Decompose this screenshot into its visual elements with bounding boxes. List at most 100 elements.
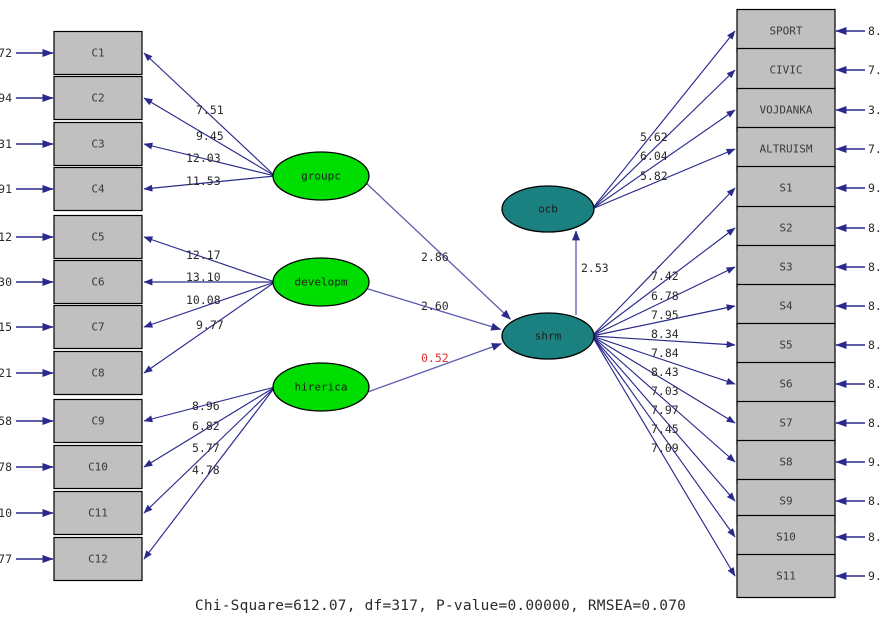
observed-box-label: C7 <box>91 321 104 334</box>
observed-variable-s6: S6 <box>736 361 836 407</box>
error-value-c2: 7.94 <box>0 91 12 105</box>
error-value-c12: 8.77 <box>0 552 12 566</box>
loading-label-left-6: 10.08 <box>186 293 221 307</box>
observed-variable-c4: C4 <box>53 166 143 212</box>
error-value-s6: 8.63 <box>868 377 881 391</box>
error-value-c5: 7.12 <box>0 230 12 244</box>
error-value-c4: 6.91 <box>0 182 12 196</box>
observed-box-label: S1 <box>779 182 792 195</box>
loading-label-left-8: 8.96 <box>192 399 220 413</box>
error-value-c7: 8.15 <box>0 320 12 334</box>
loading-label-left-9: 6.82 <box>192 419 220 433</box>
left-error-arrows: 8.72 7.94 6.31 6.91 7.12 6.30 8.15 8.21 5.58 7.78… <box>0 46 54 566</box>
loading-label-left-7: 9.77 <box>196 318 224 332</box>
error-value-s3: 8.95 <box>868 260 881 274</box>
error-value-s1: 9.08 <box>868 181 881 195</box>
latent-label: ocb <box>538 203 558 216</box>
latent-variable-hirerica: hirerica <box>272 362 370 412</box>
observed-variable-s2: S2 <box>736 205 836 251</box>
observed-box-label: S3 <box>779 261 792 274</box>
observed-box-label: S4 <box>779 300 793 313</box>
observed-box-label: C6 <box>91 276 104 289</box>
loading-label-right-5: 7.95 <box>651 308 679 322</box>
loading-label-right-6: 8.34 <box>651 327 679 341</box>
observed-variable-c10: C10 <box>53 444 143 490</box>
observed-variable-s3: S3 <box>736 244 836 290</box>
fit-statistics-caption: Chi-Square=612.07, df=317, P-value=0.000… <box>194 598 687 614</box>
observed-box-label: CIVIC <box>769 64 802 77</box>
error-value-c3: 6.31 <box>0 137 12 151</box>
loading-label-right-2: 5.82 <box>640 169 668 183</box>
loading-label-left-5: 13.10 <box>186 270 221 284</box>
loading-label-left-2: 12.03 <box>186 151 221 165</box>
observed-box-label: C10 <box>88 461 108 474</box>
observed-variable-c12: C12 <box>53 536 143 582</box>
observed-box-label: S8 <box>779 456 792 469</box>
observed-variable-c6: C6 <box>53 259 143 305</box>
observed-variable-altruism: ALTRUISM <box>736 126 836 172</box>
error-value-sport: 8.63 <box>868 24 881 38</box>
observed-box-label: C5 <box>91 231 104 244</box>
observed-variable-s7: S7 <box>736 400 836 446</box>
observed-box-label: C8 <box>91 367 104 380</box>
latent-label: hirerica <box>295 381 348 394</box>
error-value-altruism: 7.27 <box>868 142 881 156</box>
loading-label-right-3: 7.42 <box>651 269 679 283</box>
observed-variable-civic: CIVIC <box>736 47 836 93</box>
error-value-c6: 6.30 <box>0 275 12 289</box>
latent-variable-developm: developm <box>272 257 370 307</box>
loading-label-left-11: 4.78 <box>192 463 220 477</box>
error-value-s7: 8.16 <box>868 416 881 430</box>
latent-variable-shrm: shrm <box>501 312 595 360</box>
latent-variable-ocb: ocb <box>501 185 595 233</box>
latent-variable-ellipses: groupc developm hirerica ocb shrm <box>272 151 595 412</box>
loading-label-right-0: 5.62 <box>640 130 668 144</box>
structural-coefficient-shrm-to-ocb: 2.53 <box>581 261 609 275</box>
observed-variable-c11: C11 <box>53 490 143 536</box>
loading-label-right-12: 7.09 <box>651 441 679 455</box>
error-value-c9: 5.58 <box>0 414 12 428</box>
observed-box-label: ALTRUISM <box>760 143 813 156</box>
loading-label-left-4: 12.17 <box>186 248 221 262</box>
observed-box-label: S2 <box>779 222 792 235</box>
error-value-s5: 8.32 <box>868 338 881 352</box>
observed-box-label: C3 <box>91 138 104 151</box>
loading-label-right-10: 7.97 <box>651 403 679 417</box>
observed-box-label: C9 <box>91 415 104 428</box>
observed-box-label: S11 <box>776 570 796 583</box>
observed-box-label: C11 <box>88 507 108 520</box>
observed-variable-s10: S10 <box>736 514 836 560</box>
observed-variable-c5: C5 <box>53 214 143 260</box>
observed-box-label: S9 <box>779 495 792 508</box>
error-value-c8: 8.21 <box>0 366 12 380</box>
loading-label-left-1: 9.45 <box>196 129 224 143</box>
observed-variable-s1: S1 <box>736 165 836 211</box>
observed-variable-c7: C7 <box>53 304 143 350</box>
observed-box-label: C1 <box>91 47 104 60</box>
sem-path-diagram: 8.72 7.94 6.31 6.91 7.12 6.30 8.15 8.21 5.58 7.78… <box>0 0 881 634</box>
error-value-c10: 7.78 <box>0 460 12 474</box>
loading-label-right-1: 6.04 <box>640 149 668 163</box>
observed-box-label: S6 <box>779 378 792 391</box>
observed-variable-vojdanka: VOJDANKA <box>736 87 836 133</box>
observed-box-label: C12 <box>88 553 108 566</box>
latent-label: developm <box>295 276 348 289</box>
observed-box-label: SPORT <box>769 25 802 38</box>
right-error-arrows: 8.63 7.89 3.99 7.27 9.08 8.92 8.95 8.70 8.32 8.63… <box>835 24 881 583</box>
observed-box-label: C2 <box>91 92 104 105</box>
right-observed-boxes: SPORT CIVIC VOJDANKA ALTRUISM S1 S2 S3 S4 S5 S6 S7… <box>736 8 836 599</box>
structural-coefficient-developm-to-shrm: 2.60 <box>421 299 449 313</box>
error-value-s10: 8.89 <box>868 530 881 544</box>
observed-variable-c2: C2 <box>53 75 143 121</box>
loading-label-right-8: 8.43 <box>651 365 679 379</box>
observed-variable-sport: SPORT <box>736 8 836 54</box>
coefficient-labels: 7.51 9.45 12.03 11.53 12.17 13.10 10.08 9.77 8.9… <box>186 103 679 477</box>
loading-label-right-7: 7.84 <box>651 346 679 360</box>
error-value-c11: 8.10 <box>0 506 12 520</box>
loading-label-right-4: 6.78 <box>651 289 679 303</box>
observed-variable-c8: C8 <box>53 350 143 396</box>
error-value-s2: 8.92 <box>868 221 881 235</box>
structural-coefficient-groupc-to-shrm: 2.86 <box>421 250 449 264</box>
loading-label-left-3: 11.53 <box>186 174 221 188</box>
right-loading-arrows <box>591 30 736 577</box>
